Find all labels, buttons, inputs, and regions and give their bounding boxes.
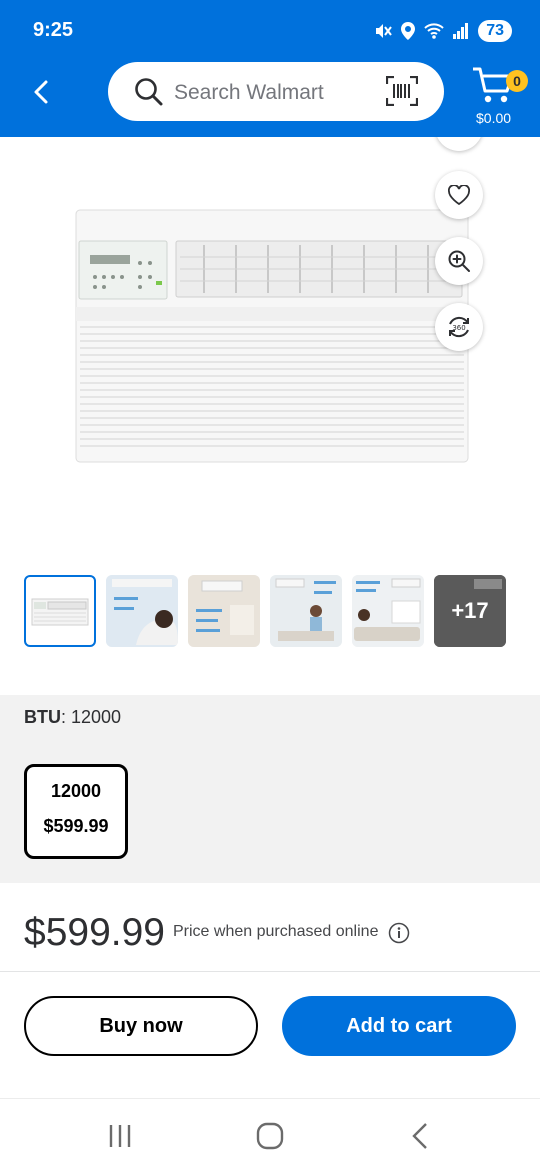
thumbnail-image	[31, 598, 89, 626]
mute-icon	[376, 24, 393, 38]
wifi-icon	[424, 23, 444, 39]
favorite-button[interactable]	[435, 171, 483, 219]
recent-apps-icon[interactable]	[105, 1121, 135, 1151]
system-nav-bar	[0, 1098, 540, 1170]
battery-icon: 73	[478, 20, 512, 42]
info-icon[interactable]	[388, 922, 410, 944]
variant-option-12000[interactable]: 12000 $599.99	[24, 764, 128, 859]
variant-section: BTU: 12000 12000 $599.99	[0, 695, 540, 883]
zoom-button[interactable]	[435, 237, 483, 285]
product-price: $599.99	[24, 911, 165, 954]
thumbnail-remote-use[interactable]	[270, 575, 342, 647]
signal-icon	[453, 23, 469, 39]
thumbnail-living-room[interactable]	[352, 575, 424, 647]
thumbnail-image	[352, 575, 424, 647]
variant-option-title: 12000	[50, 781, 102, 801]
thumbnail-more[interactable]: +17	[434, 575, 506, 647]
thumbnail-image	[188, 575, 260, 647]
cart-count-badge: 0	[506, 70, 528, 92]
view-360-button[interactable]: 360	[435, 303, 483, 351]
buy-now-button[interactable]: Buy now	[24, 996, 258, 1056]
svg-text:360: 360	[452, 324, 465, 332]
back-arrow-icon[interactable]	[28, 78, 56, 106]
variant-name: BTU	[24, 707, 61, 727]
home-icon[interactable]	[255, 1121, 285, 1151]
cart-total: $0.00	[476, 110, 512, 126]
search-bar[interactable]: Search Walmart	[108, 62, 444, 121]
cart-button[interactable]: 0 $0.00	[466, 64, 528, 130]
variant-option-price: $599.99	[43, 816, 109, 836]
thumbnail-image	[270, 575, 342, 647]
thumbnail-front-view[interactable]	[24, 575, 96, 647]
rotate-360-icon: 360	[449, 316, 469, 338]
barcode-scan-icon[interactable]	[386, 76, 418, 106]
divider	[0, 971, 540, 972]
more-images-count: +17	[451, 598, 489, 623]
price-note: Price when purchased online	[173, 923, 379, 940]
thumbnail-image	[106, 575, 178, 647]
nav-back-icon[interactable]	[405, 1121, 435, 1151]
status-time: 9:25	[33, 19, 74, 41]
status-icons: 73	[374, 20, 512, 42]
search-input[interactable]: Search Walmart	[174, 81, 324, 105]
thumbnail-quiet-operation[interactable]	[106, 575, 178, 647]
location-icon	[401, 22, 416, 40]
zoom-in-icon	[448, 250, 470, 272]
variant-selected-value: : 12000	[61, 707, 122, 727]
add-to-cart-button[interactable]: Add to cart	[282, 996, 516, 1056]
thumbnail-strip: +17	[24, 575, 506, 647]
status-bar: 9:25 73	[0, 0, 540, 62]
variant-label: BTU: 12000	[24, 707, 121, 728]
search-icon	[135, 78, 163, 106]
heart-icon	[448, 185, 470, 205]
app-header: 9:25 73 Search Walmart 0 $0.00	[0, 0, 540, 137]
thumbnail-easy-installation[interactable]	[188, 575, 260, 647]
product-image-area: 360	[0, 137, 540, 562]
